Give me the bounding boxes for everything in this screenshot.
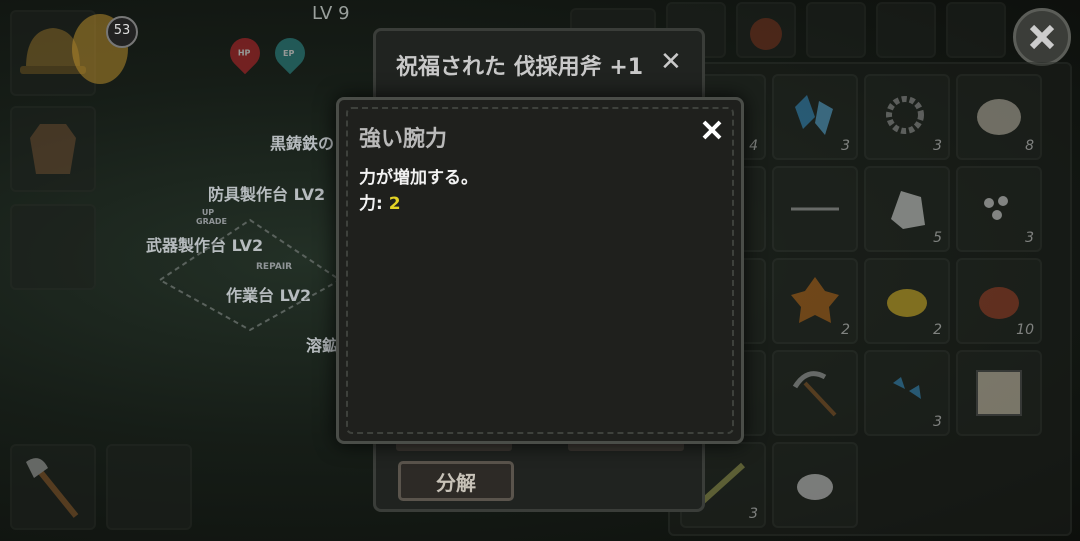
tab-slot-5 <box>876 2 936 58</box>
stat-value: 2 <box>388 194 401 214</box>
yarn-ball-icon <box>977 99 1021 135</box>
inventory-cell[interactable]: 2 <box>864 258 950 344</box>
modal-title: 強い腕力 <box>359 127 448 152</box>
equip-slot-legs <box>10 204 96 290</box>
inventory-cell[interactable]: 3 <box>864 74 950 160</box>
inventory-cell[interactable]: 10 <box>956 258 1042 344</box>
bag-icon <box>750 18 782 50</box>
hp-icon: HP <box>223 31 267 75</box>
crystal-shards-icon <box>893 377 921 399</box>
close-icon <box>702 120 722 140</box>
tab-slot-bag <box>736 2 796 58</box>
axe-icon <box>26 458 79 518</box>
player-level: LV 9 <box>312 3 350 24</box>
stat-label: 力: <box>359 194 383 214</box>
fish-bone-icon <box>791 207 839 211</box>
crystal-icon <box>795 95 833 135</box>
inventory-cell[interactable]: 3 <box>864 350 950 436</box>
silver-ore-icon <box>797 474 833 500</box>
item-detail-close-button[interactable]: ✕ <box>660 47 682 77</box>
inventory-close-button[interactable] <box>1013 8 1071 66</box>
ep-icon: EP <box>268 31 312 75</box>
skill-info-modal: 強い腕力 力が増加する。 力: 2 <box>336 97 744 444</box>
leather-hide-icon <box>791 277 839 323</box>
pickaxe-icon <box>792 371 837 417</box>
modal-stat-line: 力: 2 <box>359 189 401 214</box>
item-detail-title: 祝福された 伐採用斧 +1 <box>396 55 644 80</box>
inventory-cell[interactable]: 2 <box>772 258 858 344</box>
inventory-cell[interactable]: 5 <box>864 166 950 252</box>
inventory-cell[interactable]: 3 <box>772 74 858 160</box>
inventory-cell[interactable]: 8 <box>956 74 1042 160</box>
white-stone-icon <box>891 191 925 229</box>
badge-counter: 53 <box>106 16 138 48</box>
equip-slot-glove <box>106 444 192 530</box>
gear-icon <box>886 96 924 134</box>
map-label-black-iron: 黒鋳鉄の <box>270 134 335 153</box>
modal-description: 力が増加する。 <box>359 168 478 188</box>
inventory-cell[interactable] <box>772 166 858 252</box>
modal-close-button[interactable] <box>697 115 727 145</box>
inventory-cell[interactable] <box>772 350 858 436</box>
seeds-icon <box>984 196 1008 220</box>
inventory-cell[interactable]: 3 <box>956 166 1042 252</box>
disassemble-button[interactable]: 分解 <box>398 461 514 501</box>
tab-slot-4 <box>806 2 866 58</box>
gold-ore-icon <box>887 289 927 317</box>
modal-inner-border <box>346 107 734 434</box>
tab-slot-6 <box>946 2 1006 58</box>
equip-slot-weapon <box>10 444 96 530</box>
close-icon <box>1029 24 1055 50</box>
robe-icon <box>30 124 76 174</box>
inventory-cell[interactable] <box>772 442 858 528</box>
map-scroll-icon <box>976 370 1022 416</box>
equip-slot-body <box>10 106 96 192</box>
map-tile-outline <box>158 218 342 332</box>
inventory-cell[interactable] <box>956 350 1042 436</box>
